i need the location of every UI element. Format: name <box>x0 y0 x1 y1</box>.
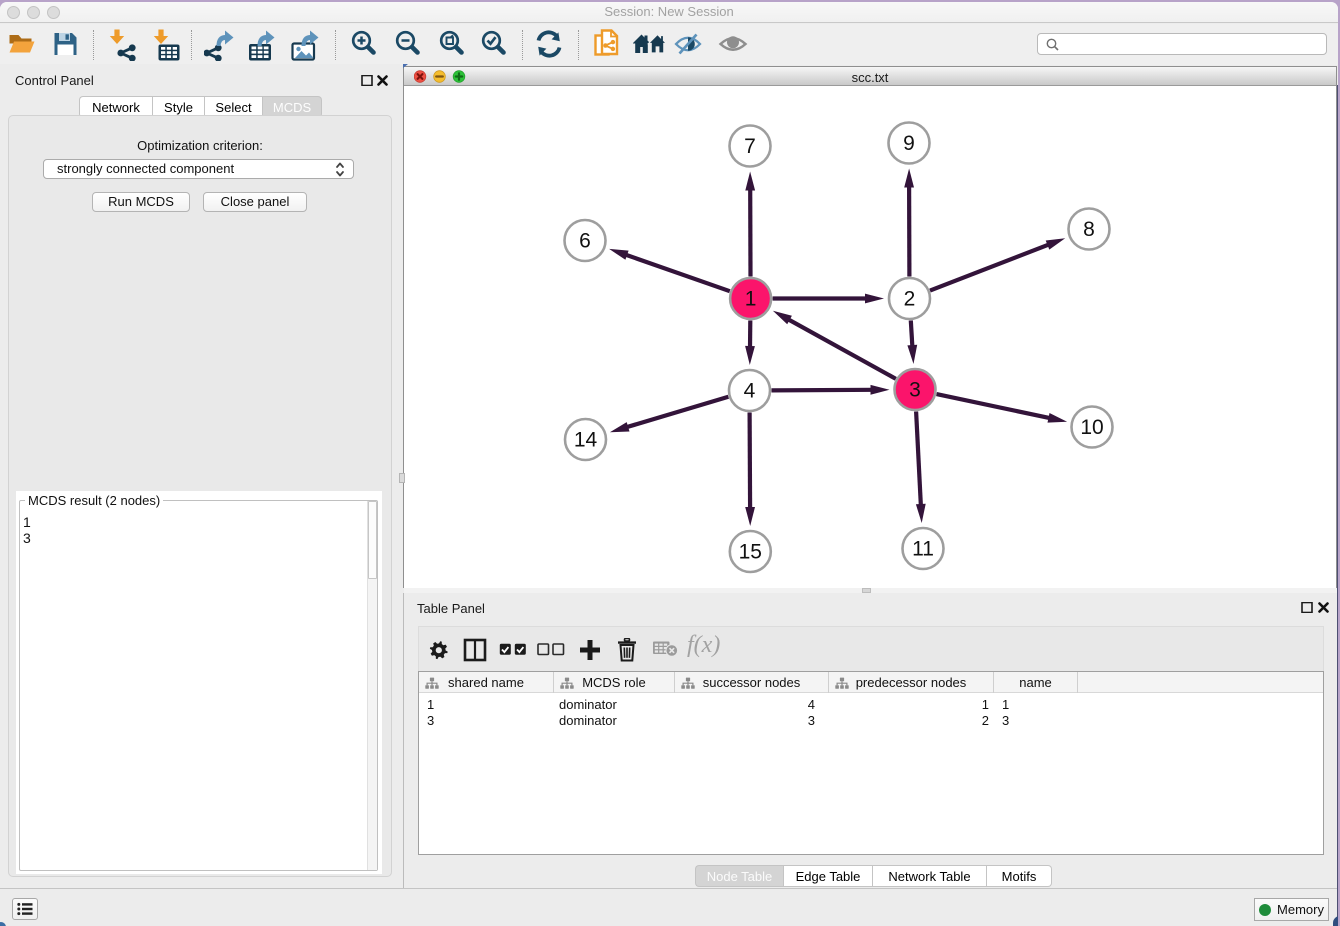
svg-text:10: 10 <box>1080 416 1103 439</box>
svg-text:11: 11 <box>912 538 934 561</box>
svg-text:3: 3 <box>909 379 921 402</box>
svg-text:8: 8 <box>1083 218 1095 241</box>
svg-text:6: 6 <box>579 230 591 253</box>
svg-text:2: 2 <box>904 288 916 311</box>
svg-text:15: 15 <box>739 541 762 564</box>
svg-text:4: 4 <box>744 380 756 403</box>
svg-text:14: 14 <box>574 429 598 452</box>
svg-text:7: 7 <box>744 135 756 158</box>
svg-text:9: 9 <box>903 132 915 155</box>
svg-text:1: 1 <box>745 288 757 311</box>
